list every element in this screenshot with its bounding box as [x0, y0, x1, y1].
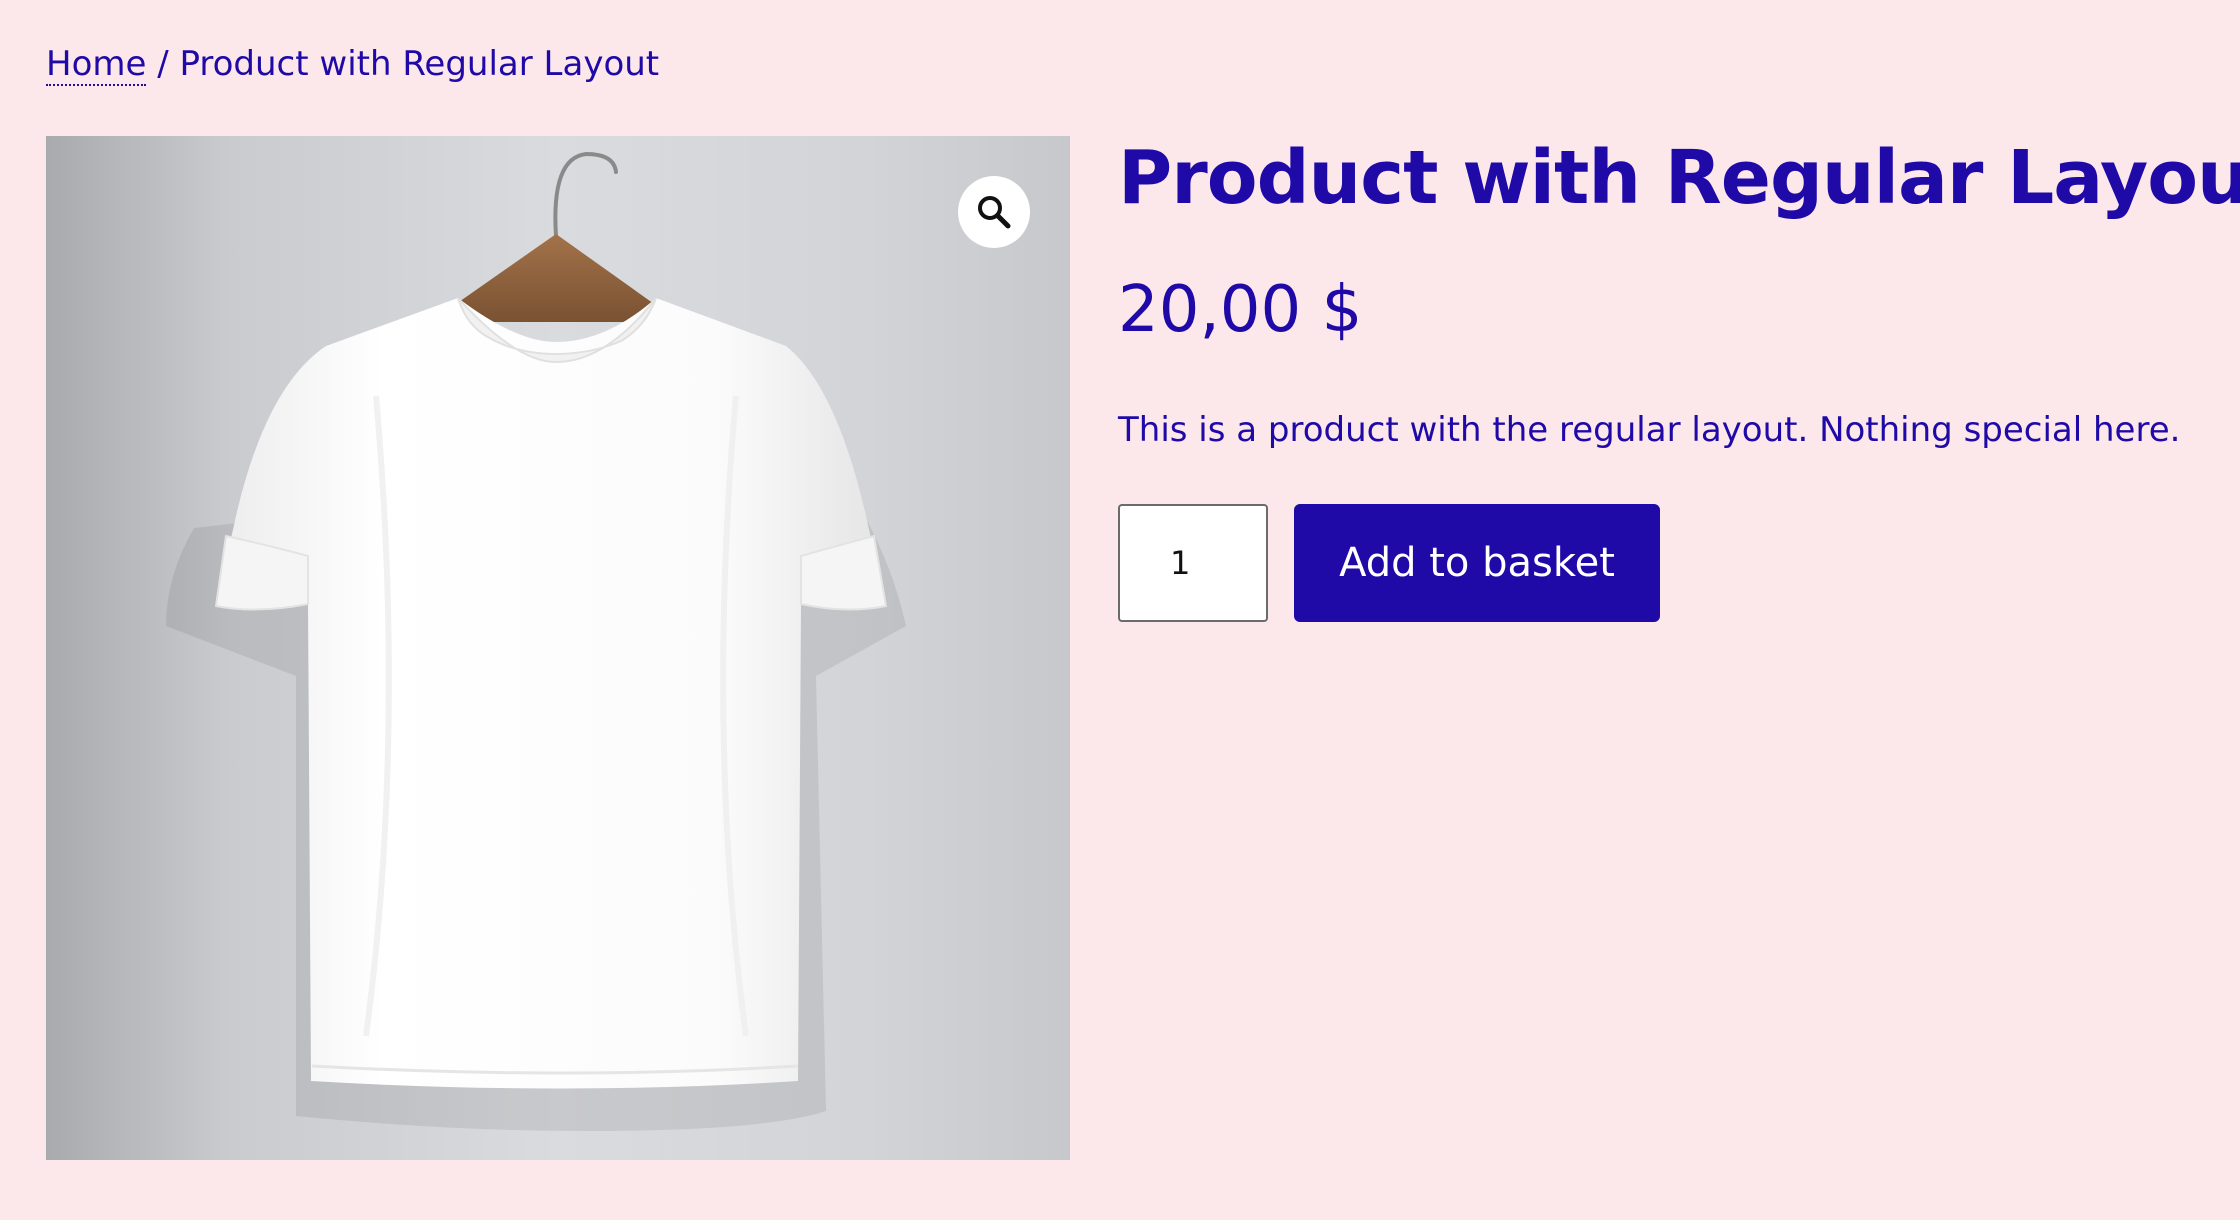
- magnifier-icon: [978, 196, 1011, 229]
- product-image[interactable]: [46, 136, 1070, 1160]
- breadcrumb: Home / Product with Regular Layout: [46, 40, 659, 88]
- quantity-input[interactable]: [1118, 504, 1268, 622]
- product-description: This is a product with the regular layou…: [1118, 410, 2181, 450]
- breadcrumb-current: Product with Regular Layout: [179, 44, 660, 84]
- zoom-button[interactable]: [958, 176, 1030, 248]
- product-details: Product with Regular Layout 20,00 $ This…: [1118, 130, 2240, 622]
- breadcrumb-separator: /: [146, 44, 180, 84]
- add-to-basket-button[interactable]: Add to basket: [1294, 504, 1660, 622]
- tshirt-image: [166, 151, 906, 1131]
- product-price: 20,00 $: [1118, 273, 1363, 347]
- breadcrumb-home-link[interactable]: Home: [46, 44, 147, 86]
- add-to-cart-form: Add to basket: [1118, 504, 2198, 622]
- product-title: Product with Regular Layout: [1118, 135, 2240, 221]
